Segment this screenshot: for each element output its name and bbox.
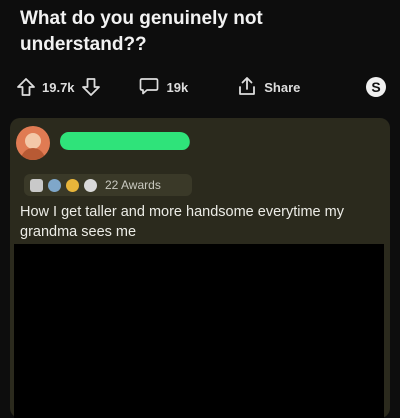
- share-label: Share: [264, 79, 301, 95]
- share-icon: [238, 76, 256, 99]
- award-icon: [66, 178, 79, 192]
- arrow-up-icon[interactable]: [16, 77, 36, 97]
- award-icon: [84, 178, 97, 192]
- speech-bubble-icon: [139, 77, 159, 98]
- s-badge-icon[interactable]: S: [366, 77, 386, 97]
- comment-text: How I get taller and more handsome every…: [20, 204, 344, 240]
- post-title: What do you genuinely not understand??: [20, 8, 263, 55]
- comment-count: 19k: [166, 79, 189, 95]
- awards-row[interactable]: 22 Awards: [24, 174, 192, 196]
- awards-label: 22 Awards: [105, 178, 161, 192]
- vote-group: 19.7k: [16, 77, 101, 97]
- arrow-down-icon[interactable]: [81, 77, 101, 97]
- post-action-bar: 19.7k 19k Share S: [16, 74, 386, 100]
- award-icon: [30, 178, 43, 192]
- comments-button[interactable]: 19k: [139, 77, 189, 98]
- avatar-icon[interactable]: [16, 126, 50, 160]
- username-redaction: [58, 132, 192, 150]
- vote-count: 19.7k: [42, 79, 75, 95]
- award-icon: [48, 178, 61, 192]
- comment-card: 22 Awards How I get taller and more hand…: [10, 118, 390, 418]
- share-button[interactable]: Share: [238, 76, 300, 99]
- comment-media[interactable]: [14, 244, 384, 418]
